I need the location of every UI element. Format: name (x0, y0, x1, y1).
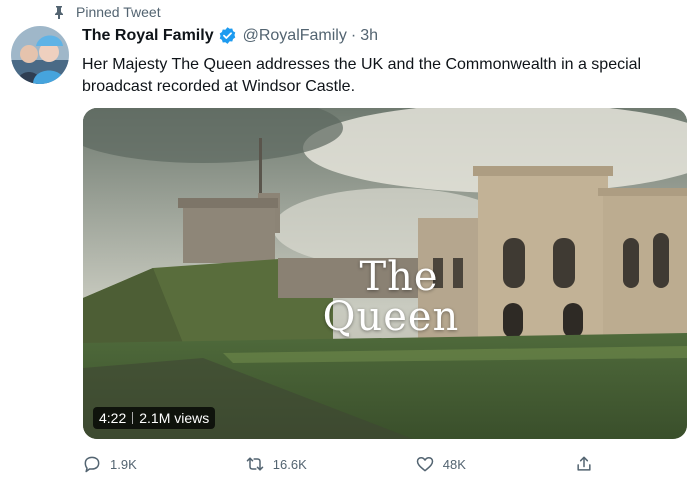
like-button[interactable]: 48K (415, 454, 466, 474)
meta-divider (132, 412, 134, 424)
reply-button[interactable]: 1.9K (82, 454, 137, 474)
retweet-button[interactable]: 16.6K (245, 454, 307, 474)
author-name[interactable]: The Royal Family (82, 27, 214, 45)
author-handle[interactable]: @RoyalFamily (243, 27, 347, 45)
avatar[interactable] (11, 26, 69, 84)
tweet-actions: 1.9K 16.6K 48K (82, 454, 602, 474)
video-player[interactable]: The Queen 4:22 2.1M views (83, 108, 687, 439)
share-icon (577, 456, 591, 471)
heart-icon (416, 457, 434, 472)
retweet-icon (246, 457, 264, 471)
pinned-text: Pinned Tweet (76, 4, 161, 20)
like-count: 48K (442, 456, 466, 472)
tweet-timestamp[interactable]: 3h (360, 27, 378, 45)
video-overlay-title-line2: Queen (322, 294, 460, 340)
share-button[interactable] (574, 454, 602, 474)
video-duration: 4:22 (99, 410, 127, 426)
verified-badge-icon (219, 27, 235, 44)
pinned-tweet-label: Pinned Tweet (52, 4, 161, 20)
video-views: 2.1M views (139, 410, 210, 426)
retweet-count: 16.6K (272, 456, 307, 472)
pin-icon (55, 6, 63, 19)
reply-icon (84, 456, 100, 473)
header-separator: · (350, 26, 357, 44)
tweet-header: The Royal Family @RoyalFamily · 3h (82, 26, 378, 45)
video-overlay-title-line1: The (359, 254, 439, 300)
tweet-text: Her Majesty The Queen addresses the UK a… (82, 56, 642, 95)
reply-count: 1.9K (110, 456, 137, 472)
video-meta-badge: 4:22 2.1M views (93, 407, 216, 429)
